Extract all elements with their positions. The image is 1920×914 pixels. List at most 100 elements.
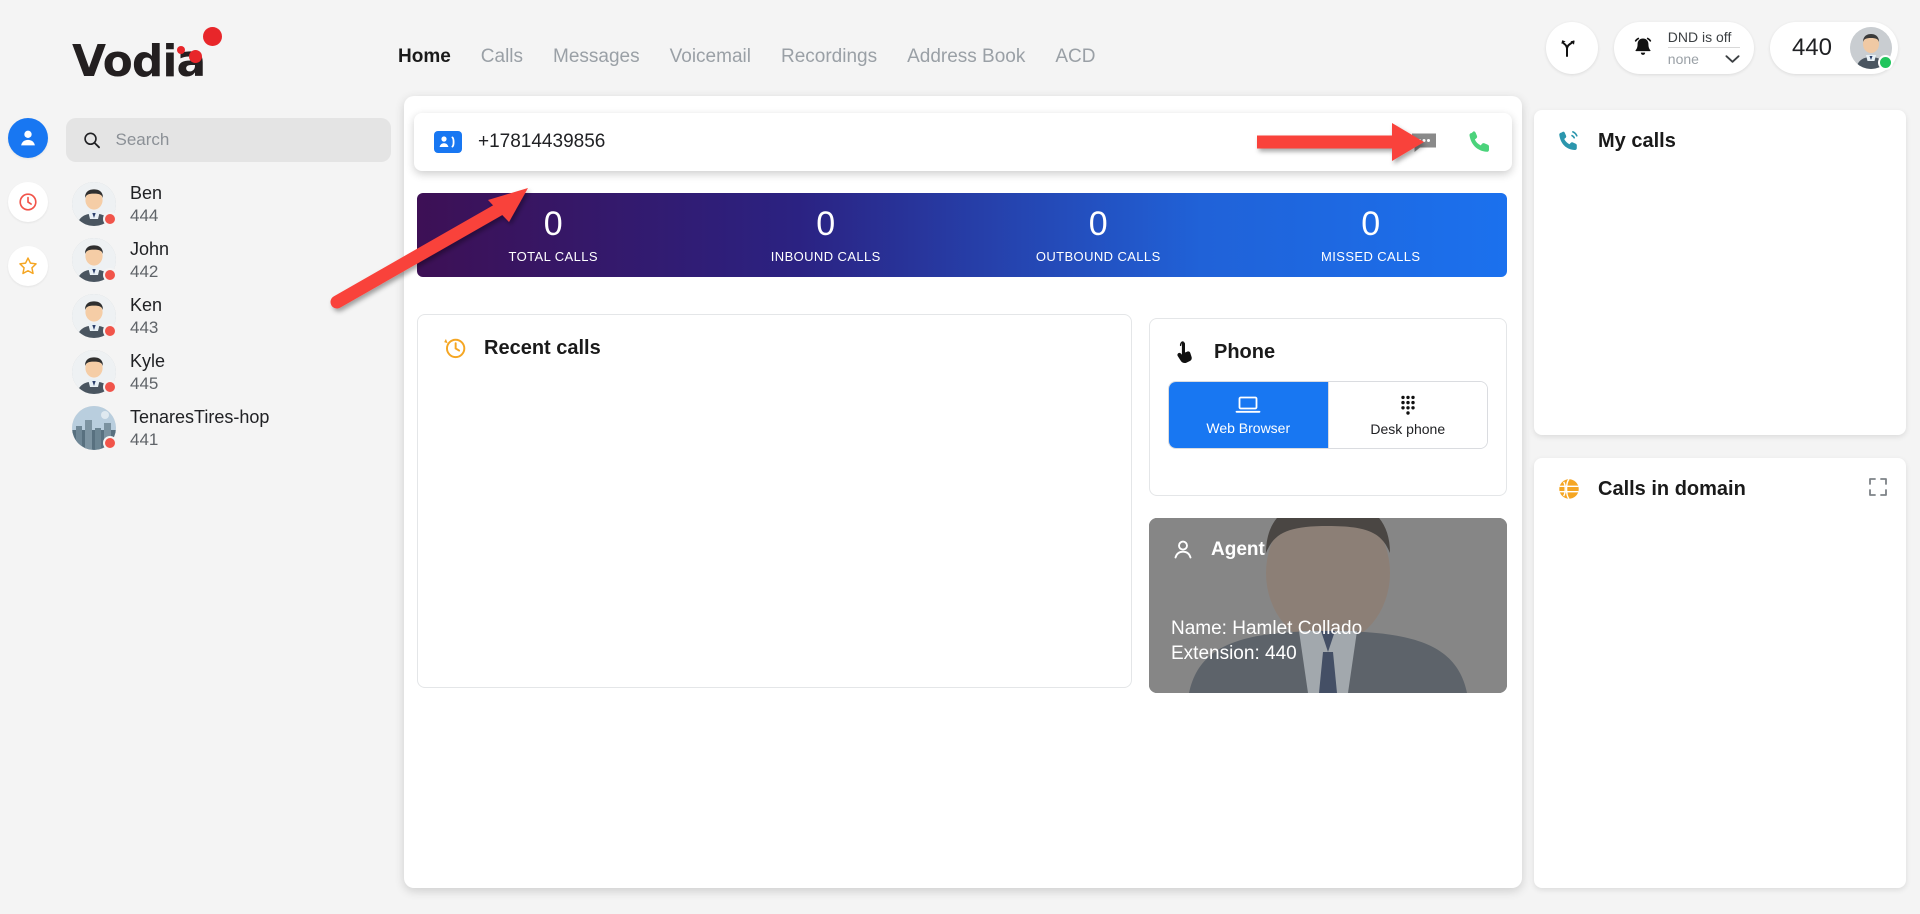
rail-item-history[interactable] [8, 182, 48, 222]
nav-item-home[interactable]: Home [398, 46, 451, 68]
stat-value: 0 [1088, 205, 1108, 244]
search-box[interactable] [66, 118, 391, 162]
stat-label: INBOUND CALLS [770, 248, 881, 264]
contact-name: John [130, 239, 170, 260]
contact-extension: 444 [130, 205, 159, 225]
globe-icon [1559, 478, 1579, 500]
contact-name: Ben [130, 183, 163, 204]
nav-item-acd[interactable]: ACD [1055, 46, 1095, 68]
contact-text: John 442 [130, 238, 169, 282]
dial-number-input[interactable] [478, 131, 1410, 153]
phone-mode-web-browser[interactable]: Web Browser [1169, 382, 1328, 448]
user-extension: 440 [1791, 34, 1832, 61]
fullscreen-glyph [1869, 477, 1887, 496]
fullscreen-icon[interactable] [1868, 477, 1888, 502]
my-calls-panel: My calls [1534, 110, 1906, 435]
contact-text: TenaresTires-hop 441 [130, 406, 269, 450]
stat-outbound-calls: 0 OUTBOUND CALLS [962, 205, 1235, 263]
contact-call-icon [434, 131, 462, 153]
list-item[interactable]: Ben 444 [66, 176, 391, 232]
message-bubble-glyph [1412, 133, 1436, 152]
call-stats-bar: 0 TOTAL CALLS 0 INBOUND CALLS 0 OUTBOUND… [417, 193, 1507, 277]
contact-avatar [72, 350, 117, 394]
rail-item-contacts[interactable] [8, 118, 48, 158]
presence-dot-offline [103, 380, 117, 394]
dial-actions [1410, 128, 1494, 156]
vodia-logo[interactable]: Vodia [72, 22, 242, 87]
phone-mode-desk-phone[interactable]: Desk phone [1328, 382, 1487, 448]
stat-label: TOTAL CALLS [508, 248, 598, 264]
history-icon [19, 193, 37, 211]
stat-value: 0 [1361, 205, 1381, 244]
dnd-selected-value: none [1667, 51, 1699, 67]
avatar[interactable] [1850, 27, 1893, 70]
dnd-control[interactable]: DND is off none [1613, 22, 1754, 74]
dnd-select[interactable]: none [1668, 49, 1740, 67]
agent-details: Name: Hamlet Collado Extension: 440 [1171, 616, 1362, 667]
agent-name: Name: Hamlet Collado [1171, 617, 1363, 639]
nav-item-voicemail[interactable]: Voicemail [670, 46, 751, 68]
calls-in-domain-panel: Calls in domain [1534, 458, 1906, 888]
user-account-button[interactable]: 440 [1769, 22, 1898, 74]
dnd-texts: DND is off none [1667, 29, 1740, 67]
dial-bar[interactable] [414, 113, 1512, 171]
logo-dot-large [203, 27, 222, 46]
header-actions: DND is off none 440 [1545, 22, 1898, 74]
my-calls-title: My calls [1598, 129, 1676, 152]
rail-item-favorites[interactable] [8, 246, 48, 286]
contact-extension: 443 [130, 317, 159, 337]
message-bubble-icon[interactable] [1410, 130, 1438, 154]
list-item[interactable]: Ken 443 [66, 288, 391, 344]
tap-hand-icon [1177, 341, 1192, 364]
contact-extension: 445 [130, 373, 159, 393]
phone-mode-selector: Web Browser Desk phone [1168, 381, 1488, 449]
list-item[interactable]: Kyle 445 [66, 344, 391, 400]
presence-dot-offline [103, 436, 117, 450]
stat-value: 0 [543, 205, 563, 244]
logo-dot-medium [189, 50, 202, 63]
ringing-phone-icon [1559, 131, 1578, 150]
contact-name: Ken [130, 295, 163, 316]
phone-mode-label: Web Browser [1206, 419, 1291, 436]
laptop-icon [1235, 396, 1261, 413]
logo-dot-small [177, 46, 185, 54]
star-icon [19, 257, 37, 275]
call-forward-icon [1561, 40, 1575, 57]
stat-label: MISSED CALLS [1321, 248, 1421, 264]
contact-name: TenaresTires-hop [130, 407, 270, 428]
app-header: Vodia Home Calls Messages Voicemail Reco… [0, 0, 1920, 108]
nav-item-recordings[interactable]: Recordings [781, 46, 877, 68]
nav-item-messages[interactable]: Messages [553, 46, 640, 68]
stat-missed-calls: 0 MISSED CALLS [1235, 205, 1508, 264]
contact-extension: 441 [130, 429, 159, 449]
contact-call-glyph [439, 136, 455, 148]
list-item[interactable]: TenaresTires-hop 441 [66, 400, 391, 456]
call-forward-button[interactable] [1545, 22, 1598, 74]
contact-text: Ken 443 [130, 294, 162, 338]
stat-inbound-calls: 0 INBOUND CALLS [690, 205, 963, 264]
contact-avatar [72, 294, 117, 338]
agent-extension: Extension: 440 [1171, 643, 1297, 665]
contacts-list: Ben 444 John 442 Ken 443 Kyle 445 Tenare… [66, 176, 391, 456]
contact-avatar [72, 238, 117, 282]
agent-card: Agent Name: Hamlet Collado Extension: 44… [1149, 518, 1507, 693]
recent-calls-title: Recent calls [484, 336, 601, 359]
presence-dot-online [1878, 55, 1893, 70]
dialpad-icon [1401, 395, 1415, 415]
contacts-sidebar: Ben 444 [66, 118, 391, 456]
history-icon [444, 338, 466, 359]
contact-avatar [72, 182, 117, 226]
nav-item-address-book[interactable]: Address Book [907, 46, 1025, 68]
nav-item-calls[interactable]: Calls [481, 46, 523, 68]
agent-card-title: Agent [1211, 539, 1265, 560]
list-item[interactable]: John 442 [66, 232, 391, 288]
chevron-down-icon [1725, 55, 1740, 63]
phone-call-icon[interactable] [1466, 128, 1494, 156]
search-input[interactable] [115, 130, 375, 150]
calls-in-domain-header: Calls in domain [1534, 458, 1906, 502]
phone-card-title: Phone [1214, 340, 1276, 363]
recent-calls-card: Recent calls [417, 314, 1132, 688]
phone-call-glyph [1469, 131, 1489, 152]
agent-card-header: Agent [1171, 538, 1265, 562]
contact-avatar [72, 406, 117, 450]
